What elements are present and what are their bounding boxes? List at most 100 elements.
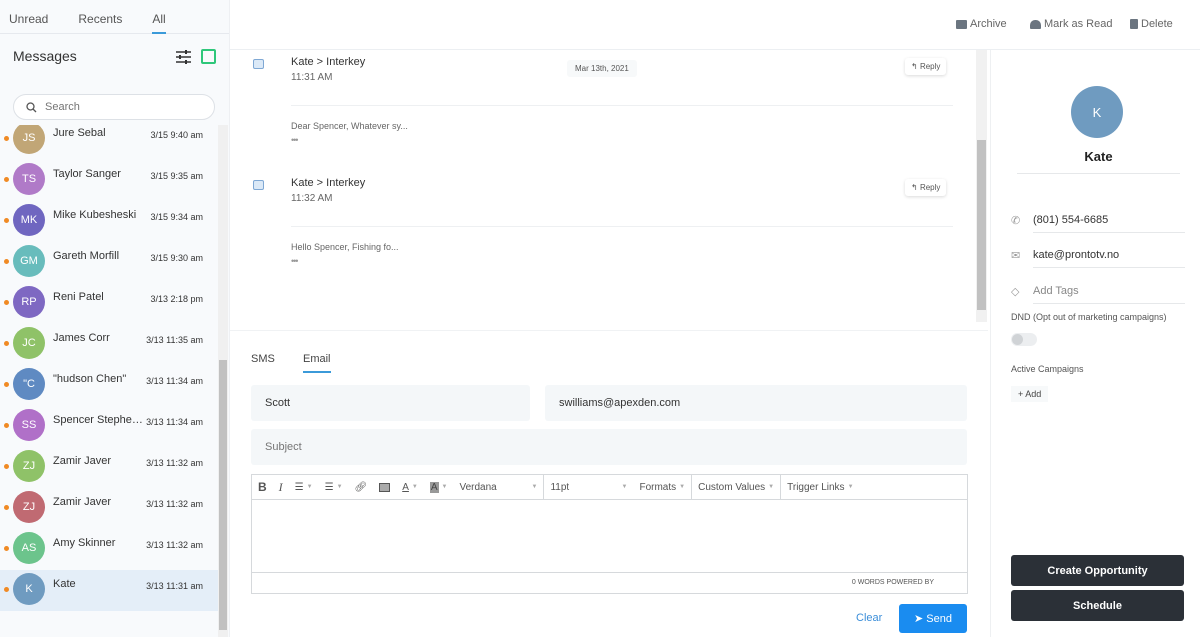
compose-icon[interactable]: [201, 49, 216, 64]
header-toolbar: Archive Mark as Read Delete: [230, 0, 1200, 50]
email-field[interactable]: kate@prontotv.no: [1033, 249, 1185, 268]
italic-button[interactable]: I: [273, 475, 289, 500]
message-from: Kate > Interkey: [291, 177, 366, 189]
bold-button[interactable]: B: [252, 475, 273, 500]
mail-icon: ✉: [1011, 250, 1021, 262]
avatar: GM: [13, 245, 45, 277]
conversation-item[interactable]: ZJ Zamir Javer 3/13 11:32 am: [0, 447, 218, 488]
conversation-item[interactable]: MK Mike Kubesheski 3/15 9:34 am: [0, 201, 218, 242]
phone-field[interactable]: (801) 554-6685: [1033, 214, 1185, 233]
contact-avatar: K: [1071, 86, 1123, 138]
search-input[interactable]: [45, 101, 195, 113]
from-name-field[interactable]: [251, 385, 530, 421]
avatar: K: [13, 573, 45, 605]
archive-button[interactable]: Archive: [956, 18, 1007, 30]
conversation-item[interactable]: TS Taylor Sanger 3/15 9:35 am: [0, 160, 218, 201]
bullet-list-button[interactable]: ☰ ▼: [289, 475, 319, 500]
conversation-item[interactable]: "C "hudson Chen" 3/13 11:34 am: [0, 365, 218, 406]
expand-more-button[interactable]: •••: [291, 135, 299, 145]
tab-sms[interactable]: SMS: [251, 353, 275, 371]
unread-dot: [4, 505, 9, 510]
mark-as-read-label: Mark as Read: [1044, 18, 1113, 30]
unread-dot: [4, 382, 9, 387]
conversation-item[interactable]: AS Amy Skinner 3/13 11:32 am: [0, 529, 218, 570]
delete-button[interactable]: Delete: [1130, 18, 1173, 30]
email-icon: [253, 180, 264, 190]
font-size-select[interactable]: 11pt ▼: [543, 474, 633, 500]
contact-name: Mike Kubesheski: [53, 209, 137, 221]
formats-menu[interactable]: Formats ▼: [633, 475, 691, 500]
mark-as-read-button[interactable]: Mark as Read: [1030, 18, 1112, 30]
bg-color-icon: A: [429, 481, 439, 493]
numbered-list-button[interactable]: ☰ ▼: [319, 475, 349, 500]
folder-icon: [956, 19, 967, 29]
message-time: 11:31 AM: [291, 72, 333, 83]
date-badge: Mar 13th, 2021: [567, 60, 637, 77]
unread-dot: [4, 464, 9, 469]
message-thread: Mar 13th, 2021 Kate > Interkey 11:31 AM …: [230, 50, 988, 322]
link-icon: 🔗︎: [354, 481, 368, 493]
unread-dot: [4, 218, 9, 223]
phone-icon: ✆: [1011, 215, 1021, 227]
link-button[interactable]: 🔗︎: [349, 475, 374, 500]
expand-more-button[interactable]: •••: [291, 256, 299, 266]
contact-name: Kate: [53, 578, 76, 590]
unread-dot: [4, 300, 9, 305]
timestamp: 3/13 2:18 pm: [150, 294, 203, 304]
message-snippet: Dear Spencer, Whatever sy...: [291, 121, 408, 131]
tab-email[interactable]: Email: [303, 353, 331, 373]
unread-dot: [4, 177, 9, 182]
image-button[interactable]: [373, 475, 396, 500]
text-color-button[interactable]: A ▼: [396, 475, 424, 500]
filter-icon[interactable]: [176, 50, 191, 64]
contact-name: Jure Sebal: [53, 127, 106, 139]
tab-all[interactable]: All: [152, 0, 167, 34]
reply-button[interactable]: ↰ Reply: [905, 58, 947, 75]
timestamp: 3/15 9:40 am: [150, 130, 203, 140]
reply-label: Reply: [919, 183, 941, 192]
send-button[interactable]: ➤ Send: [899, 604, 967, 633]
conversation-item[interactable]: K Kate 3/13 11:31 am: [0, 570, 218, 611]
conversation-item[interactable]: ZJ Zamir Javer 3/13 11:32 am: [0, 488, 218, 529]
font-family-select[interactable]: Verdana ▼: [453, 475, 543, 500]
composer: SMS Email B I ☰▼ ☰▼ 🔗︎ A▼ A▼ Verdana▼ 11…: [230, 330, 988, 637]
avatar: TS: [13, 163, 45, 195]
scrollbar-thumb[interactable]: [219, 360, 227, 630]
dnd-toggle[interactable]: [1011, 333, 1037, 346]
conversation-item[interactable]: SS Spencer Stephenson 3/13 11:34 am: [0, 406, 218, 447]
clear-button[interactable]: Clear: [856, 612, 882, 624]
thread-scrollbar[interactable]: [976, 50, 987, 322]
tab-unread[interactable]: Unread: [9, 0, 48, 33]
toggle-knob: [1012, 334, 1023, 345]
sidebar-scrollbar[interactable]: [218, 125, 228, 637]
scrollbar-thumb[interactable]: [977, 140, 986, 310]
avatar: MK: [13, 204, 45, 236]
reply-button[interactable]: ↰ Reply: [905, 179, 947, 196]
custom-values-menu[interactable]: Custom Values ▼: [691, 474, 780, 500]
avatar: ZJ: [13, 491, 45, 523]
timestamp: 3/13 11:34 am: [146, 376, 203, 386]
contact-name: "hudson Chen": [53, 373, 127, 385]
unread-dot: [4, 423, 9, 428]
create-opportunity-button[interactable]: Create Opportunity: [1011, 555, 1184, 586]
from-email-field[interactable]: [545, 385, 967, 421]
tab-recents[interactable]: Recents: [78, 0, 122, 33]
add-campaign-button[interactable]: + Add: [1011, 386, 1049, 402]
unread-dot: [4, 341, 9, 346]
trigger-links-menu[interactable]: Trigger Links ▼: [780, 474, 859, 500]
timestamp: 3/15 9:35 am: [150, 171, 203, 181]
conversation-item[interactable]: JS Jure Sebal 3/15 9:40 am: [0, 125, 218, 160]
contact-name: Gareth Morfill: [53, 250, 120, 262]
subject-input[interactable]: [251, 429, 967, 465]
schedule-button[interactable]: Schedule: [1011, 590, 1184, 621]
bg-color-button[interactable]: A ▼: [424, 475, 454, 500]
font-size-value: 11pt: [550, 481, 570, 493]
conversation-item[interactable]: RP Reni Patel 3/13 2:18 pm: [0, 283, 218, 324]
formats-label: Formats: [639, 481, 677, 493]
tags-input[interactable]: Add Tags: [1033, 285, 1185, 304]
avatar: "C: [13, 368, 45, 400]
conversation-item[interactable]: JC James Corr 3/13 11:35 am: [0, 324, 218, 365]
message-from: Kate > Interkey: [291, 56, 366, 68]
editor-body[interactable]: [252, 500, 967, 572]
conversation-item[interactable]: GM Gareth Morfill 3/15 9:30 am: [0, 242, 218, 283]
